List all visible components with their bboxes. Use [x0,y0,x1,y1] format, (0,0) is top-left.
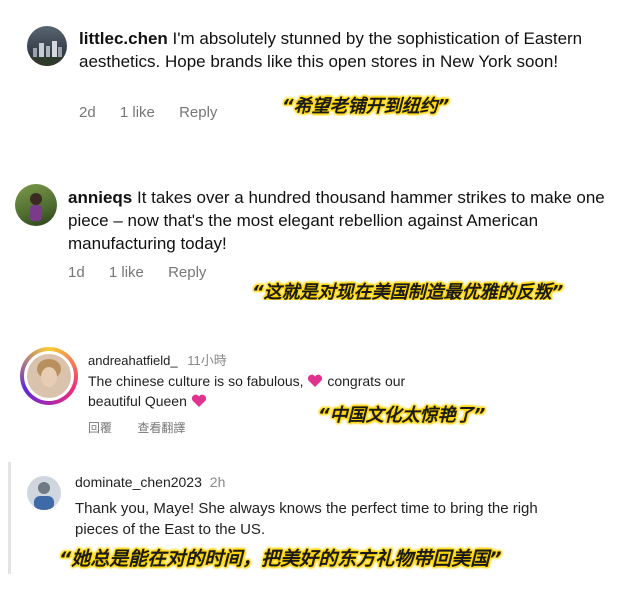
comment-4: dominate_chen2023 2h Thank you, Maye! Sh… [8,462,640,574]
comment-meta: 1d 1 like Reply [68,264,226,281]
timestamp: 1d [68,264,85,281]
like-count[interactable]: 1 like [120,104,155,121]
caption: “她总是能在对的时间，把美好的东方礼物带回美国” [59,548,502,570]
comment-3: andreahatfield_ 11小時 The chinese culture… [0,337,640,445]
caption: “希望老铺开到纽约” [282,96,450,117]
caption: “这就是对现在美国制造最优雅的反叛” [252,282,564,300]
comment-body: It takes over a hundred thousand hammer … [68,188,605,253]
comment-text: annieqs It takes over a hundred thousand… [68,186,633,255]
comment-meta: 回覆 查看翻譯 [88,419,185,436]
avatar[interactable] [15,184,57,226]
comment-header: andreahatfield_ 11小時 [88,350,227,369]
caption: “中国文化太惊艳了” [318,405,486,426]
translate-button[interactable]: 查看翻譯 [137,421,185,435]
city-skyline-icon [27,41,67,66]
timestamp: 11小時 [187,353,227,368]
heart-icon [308,374,323,387]
comment-2: annieqs It takes over a hundred thousand… [0,168,640,300]
username[interactable]: annieqs [68,188,132,207]
reply-button[interactable]: Reply [168,264,206,281]
timestamp: 2d [79,104,96,121]
username[interactable]: dominate_chen2023 [75,474,202,490]
reply-button[interactable]: 回覆 [88,421,112,435]
timestamp: 2h [209,474,226,490]
comment-header: dominate_chen2023 2h [75,474,225,490]
heart-icon [191,394,206,407]
avatar[interactable] [27,476,61,510]
comment-meta: 2d 1 like Reply [79,104,237,121]
person-photo-icon [34,482,54,510]
person-photo-icon [27,354,71,398]
avatar[interactable] [27,26,67,66]
like-count[interactable]: 1 like [109,264,144,281]
comment-text: littlec.chen I'm absolutely stunned by t… [79,27,619,73]
avatar[interactable] [20,347,78,405]
comment-body: Thank you, Maye! She always knows the pe… [75,500,538,538]
username[interactable]: andreahatfield_ [88,353,178,368]
username[interactable]: littlec.chen [79,29,168,48]
person-photo-icon [30,193,42,221]
reply-button[interactable]: Reply [179,104,217,121]
comment-1: littlec.chen I'm absolutely stunned by t… [0,0,640,155]
